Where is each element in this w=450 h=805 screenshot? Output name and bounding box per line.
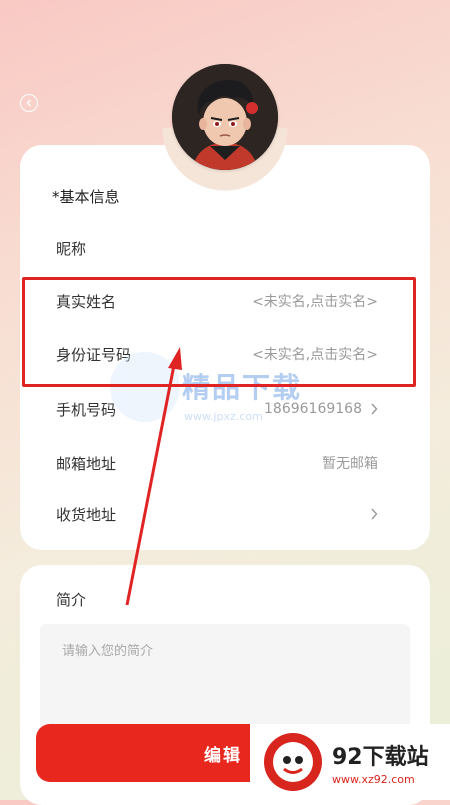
intro-placeholder: 请输入您的简介: [62, 644, 154, 659]
section-title: *基本信息: [52, 188, 120, 206]
xz92-logo-icon: [264, 733, 322, 791]
row-nickname[interactable]: 昵称: [56, 236, 378, 260]
chevron-right-icon: [371, 508, 378, 520]
row-email[interactable]: 邮箱地址 暂无邮箱: [56, 451, 378, 475]
row-shipping-address[interactable]: 收货地址: [56, 502, 378, 526]
row-value-group: 18696169168: [264, 401, 378, 417]
edit-button-label: 编辑: [204, 745, 242, 766]
back-icon: [26, 99, 31, 107]
row-label: 收货地址: [56, 505, 117, 524]
row-value-group: [362, 508, 378, 520]
row-value: 暂无邮箱: [322, 456, 378, 472]
chevron-right-icon: [371, 403, 378, 415]
highlight-box: [22, 277, 416, 387]
site-logo-badge: 92下载站 www.xz92.com: [250, 724, 450, 800]
row-label: 手机号码: [56, 400, 117, 419]
row-label: 邮箱地址: [56, 454, 117, 473]
intro-title: 简介: [56, 591, 87, 609]
avatar-image: [172, 64, 278, 170]
row-label: 昵称: [56, 239, 87, 258]
row-phone[interactable]: 手机号码 18696169168: [56, 397, 378, 421]
avatar[interactable]: [172, 64, 278, 170]
logo-name: 92下载站: [332, 744, 429, 770]
back-button[interactable]: [20, 94, 38, 112]
row-value: 18696169168: [264, 401, 362, 417]
logo-url: www.xz92.com: [332, 772, 415, 786]
